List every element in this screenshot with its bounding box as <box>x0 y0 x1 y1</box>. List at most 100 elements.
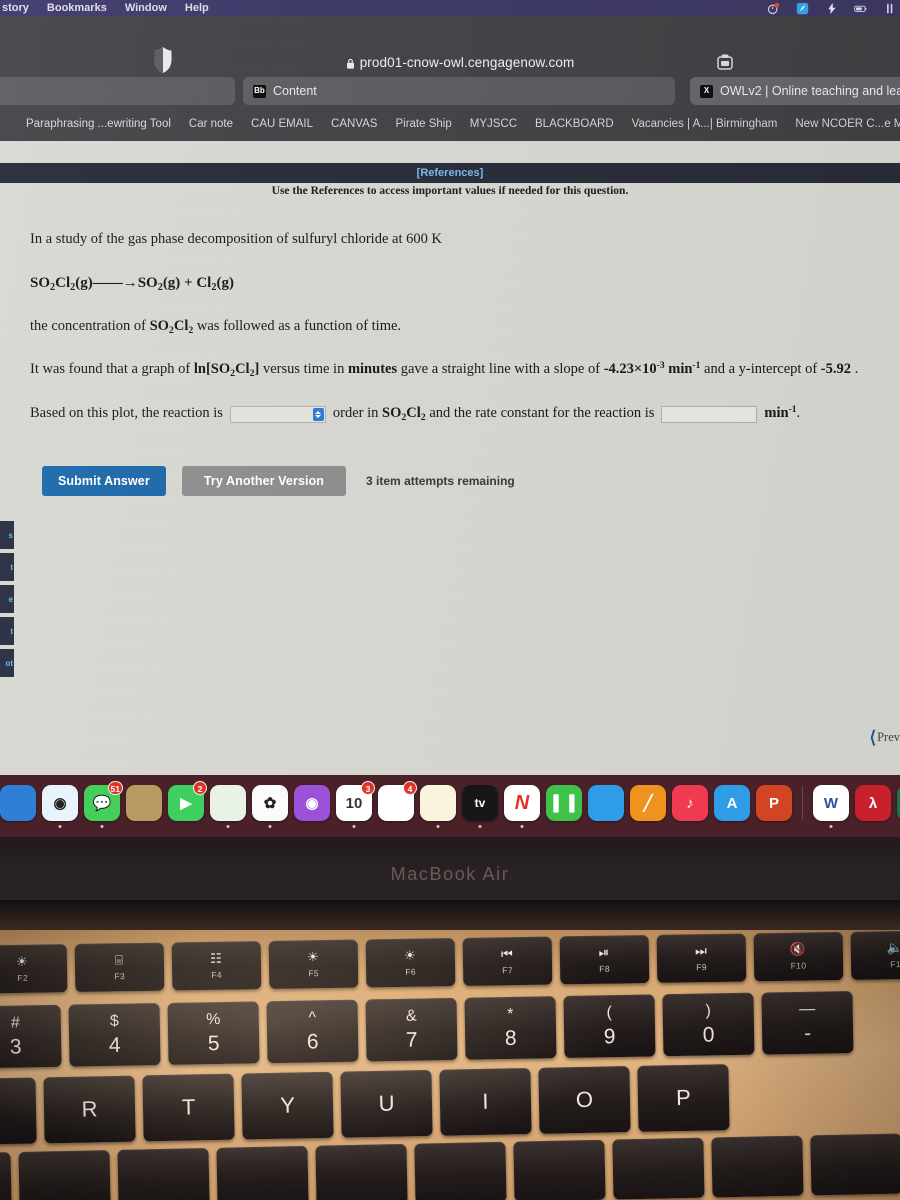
stepper-icon[interactable] <box>312 407 324 421</box>
lightning-icon[interactable] <box>825 2 838 15</box>
music-icon[interactable]: ♪ <box>672 785 708 821</box>
bookmark-canvas[interactable]: CANVAS <box>331 118 377 130</box>
key-y[interactable]: Y <box>241 1071 334 1140</box>
acrobat-icon[interactable]: λ <box>855 785 891 821</box>
app-badge-icon[interactable] <box>796 2 809 15</box>
key-u[interactable]: U <box>340 1069 433 1138</box>
key-t[interactable]: T <box>142 1073 235 1142</box>
reminders-icon[interactable]: 4 <box>378 781 417 821</box>
keynote-icon[interactable] <box>588 785 624 821</box>
key-7[interactable]: & 7 <box>365 997 458 1062</box>
side-tab-2[interactable]: t <box>0 553 14 581</box>
key-r[interactable]: R <box>43 1075 136 1144</box>
battery-icon[interactable] <box>854 2 867 15</box>
browser-tab-owlv2[interactable]: X OWLv2 | Online teaching and lear <box>690 77 900 105</box>
key-5[interactable]: % 5 <box>167 1001 260 1065</box>
key-f8-play-pause[interactable]: ⏯ F8 <box>559 935 650 985</box>
key-0[interactable]: ) 0 <box>662 992 755 1057</box>
key-row4-1[interactable] <box>18 1150 111 1200</box>
key-e[interactable]: E <box>0 1077 37 1146</box>
key-6[interactable]: ^ 6 <box>266 999 359 1064</box>
messages-icon[interactable]: 💬 51 <box>84 781 123 828</box>
calendar-icon[interactable]: 10 3 <box>336 781 375 828</box>
side-tab-3[interactable]: e <box>0 585 14 613</box>
bookmark-vacancies-birmingham[interactable]: Vacancies | A...| Birmingham <box>632 118 778 130</box>
key-7-bottom-legend: 7 <box>405 1028 418 1052</box>
macos-menu-bar: story Bookmarks Window Help <box>0 0 900 16</box>
bookmark-new-ncoer[interactable]: New NCOER C...e Measures <box>795 118 900 130</box>
references-link[interactable]: [References] <box>417 167 484 179</box>
key-p[interactable]: P <box>637 1064 730 1132</box>
key-f3-mission-control[interactable]: ⌸ F3 <box>74 942 165 993</box>
key-f5-keyboard-brightness-down[interactable]: ☀ F5 <box>268 939 359 989</box>
maps-icon[interactable] <box>210 785 246 828</box>
bookmark-pirate-ship[interactable]: Pirate Ship <box>395 118 451 130</box>
control-center-icon[interactable] <box>883 2 896 15</box>
key-f10-mute-top-legend: 🔇 <box>789 941 808 957</box>
key-row4-6[interactable] <box>513 1139 606 1200</box>
podcasts-archive-icon[interactable] <box>126 785 162 821</box>
try-another-version-button[interactable]: Try Another Version <box>181 466 347 496</box>
key-f6-keyboard-brightness-up[interactable]: ☀ F6 <box>365 938 456 988</box>
key-8[interactable]: * 8 <box>464 996 557 1060</box>
key-f11-volume-down[interactable]: 🔈 F1 <box>850 930 900 980</box>
app-store-icon[interactable]: A <box>714 785 750 821</box>
bookmark-car-note[interactable]: Car note <box>189 118 233 130</box>
key-f4-launchpad[interactable]: ☷ F4 <box>171 941 262 991</box>
key-row4-3[interactable] <box>216 1145 309 1200</box>
notes-icon[interactable] <box>420 785 456 828</box>
key-4[interactable]: $4 <box>68 1003 161 1067</box>
bookmark-blackboard[interactable]: BLACKBOARD <box>535 118 614 130</box>
browser-tab-1[interactable] <box>0 77 235 105</box>
timer-icon[interactable] <box>767 2 780 15</box>
submit-answer-button[interactable]: Submit Answer <box>42 466 166 496</box>
key-row4-8[interactable] <box>711 1135 804 1198</box>
rate-constant-input[interactable] <box>661 405 758 423</box>
pages-icon[interactable]: ╱ <box>630 785 666 821</box>
podcasts-icon[interactable]: ◉ <box>294 785 330 821</box>
word-icon[interactable]: W <box>813 785 849 828</box>
browser-tab-content[interactable]: Bb Content <box>243 77 675 105</box>
shield-icon[interactable] <box>152 46 174 74</box>
previous-question-button[interactable]: ⟨ Prev <box>869 729 900 746</box>
menu-item-help[interactable]: Help <box>185 2 209 14</box>
photos-icon[interactable]: ✿ <box>252 785 288 828</box>
key-row4-5[interactable] <box>414 1141 507 1200</box>
key-row4-9[interactable] <box>810 1133 900 1196</box>
key-o[interactable]: O <box>538 1066 631 1134</box>
key-f2-brightness-up-bottom-legend: F2 <box>17 972 29 983</box>
key-row4-0[interactable] <box>0 1152 12 1200</box>
bookmark-paraphrasing-tool[interactable]: Paraphrasing ...ewriting Tool <box>26 118 171 130</box>
side-tab-5[interactable]: ot <box>0 649 14 677</box>
key-minus-top-legend: — <box>799 1000 816 1018</box>
finder-icon[interactable] <box>0 785 36 821</box>
key-f2-brightness-up[interactable]: ☀ F2 <box>0 944 68 994</box>
menu-item-window[interactable]: Window <box>125 2 167 14</box>
extension-icon[interactable] <box>716 53 734 71</box>
address-bar[interactable]: prod01-cnow-owl.cengagenow.com <box>300 52 620 72</box>
key-9[interactable]: (9 <box>563 994 656 1059</box>
apple-tv-icon[interactable]: tv <box>462 785 498 828</box>
key-minus[interactable]: — - <box>761 990 854 1055</box>
menu-item-bookmarks[interactable]: Bookmarks <box>47 2 107 14</box>
bookmark-cau-email[interactable]: CAU EMAIL <box>251 118 313 130</box>
key-f7-rewind[interactable]: ⏮ F7 <box>462 936 553 986</box>
key-row4-4[interactable] <box>315 1143 408 1200</box>
facetime-icon[interactable]: ▶ 2 <box>168 781 207 821</box>
side-tab-1[interactable]: s <box>0 521 14 549</box>
key-f10-mute[interactable]: 🔇 F10 <box>753 931 844 982</box>
news-icon[interactable]: N <box>504 785 540 828</box>
key-3[interactable]: #3 <box>0 1004 62 1069</box>
key-i[interactable]: I <box>439 1067 532 1136</box>
safari-icon[interactable]: ◉ <box>42 785 78 828</box>
key-row4-2[interactable] <box>117 1148 210 1200</box>
menu-item-history[interactable]: story <box>2 2 29 14</box>
key-f5-keyboard-brightness-down-bottom-legend: F5 <box>308 968 320 979</box>
bookmark-myjscc[interactable]: MYJSCC <box>470 118 517 130</box>
powerpoint-icon[interactable]: P <box>756 785 792 821</box>
side-tab-4[interactable]: t <box>0 617 14 645</box>
key-row4-7[interactable] <box>612 1137 705 1200</box>
key-f9-fast-forward[interactable]: ⏭ F9 <box>656 933 747 983</box>
numbers-icon[interactable]: ▌▐ <box>546 785 582 821</box>
reaction-order-select[interactable] <box>229 405 326 423</box>
